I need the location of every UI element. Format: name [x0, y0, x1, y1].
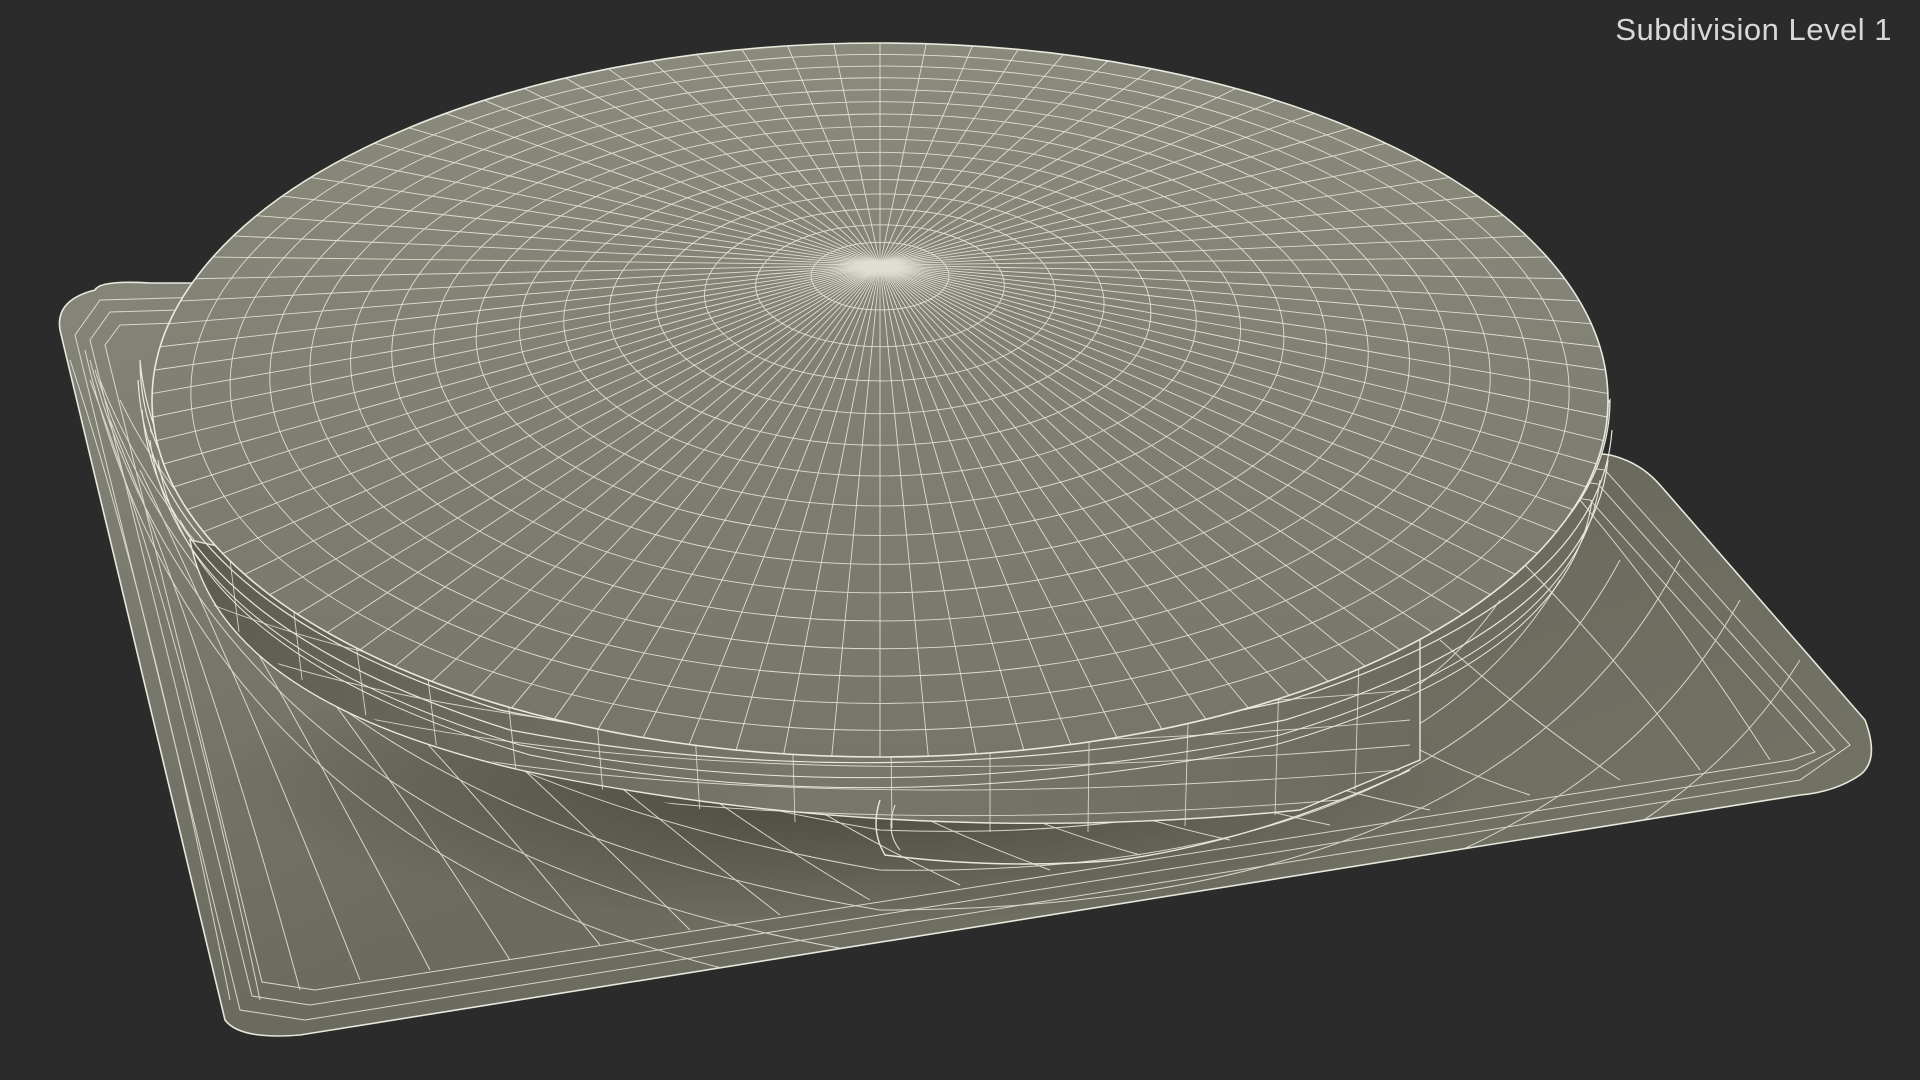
render-viewport: Subdivision Level 1: [0, 0, 1920, 1080]
subdivision-level-label: Subdivision Level 1: [1615, 12, 1892, 47]
roof-vent-wireframe-render: [58, 42, 1873, 1037]
